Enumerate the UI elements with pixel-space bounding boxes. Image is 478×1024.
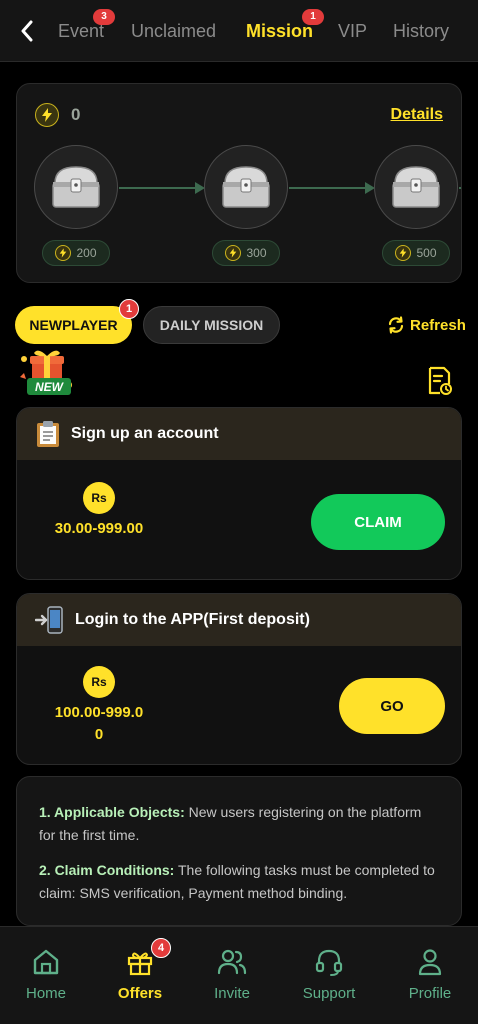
nav-home[interactable]: Home	[6, 947, 86, 1002]
nav-label: Invite	[214, 985, 250, 1002]
nav-invite[interactable]: Invite	[192, 947, 272, 1002]
lightning-icon	[55, 245, 72, 261]
person-icon	[418, 949, 442, 976]
home-icon	[33, 949, 59, 975]
details-link[interactable]: Details	[391, 106, 443, 124]
rupee-badge: Rs	[83, 666, 115, 698]
nav-label: Offers	[117, 985, 163, 1002]
chest-points-value: 500	[416, 246, 437, 260]
chest-points-pill: 500	[382, 240, 450, 266]
mission-reward-value: 30.00-999.00	[54, 520, 144, 537]
chest-points-value: 200	[76, 246, 97, 260]
nav-label: Support	[302, 985, 356, 1002]
treasure-chest-300[interactable]	[204, 145, 288, 229]
phone-login-icon	[35, 606, 63, 634]
nav-support[interactable]: Support	[289, 947, 369, 1002]
progress-connector	[459, 187, 461, 189]
document-history-icon[interactable]	[427, 366, 453, 396]
newplayer-badge: 1	[119, 299, 139, 319]
mission-rules: 1. Applicable Objects: New users registe…	[16, 776, 462, 926]
rule-label: 1. Applicable Objects:	[39, 804, 185, 820]
refresh-icon	[388, 316, 404, 334]
nav-label: Profile	[408, 985, 452, 1002]
mission-reward-value: 100.00-999.00	[54, 704, 144, 743]
rupee-badge: Rs	[83, 482, 115, 514]
mission-card-first-deposit: Login to the APP(First deposit) Rs 100.0…	[16, 593, 462, 765]
chest-points-pill: 300	[212, 240, 280, 266]
new-tag: NEW	[27, 378, 71, 395]
progress-connector	[289, 187, 367, 189]
lightning-icon	[225, 245, 242, 261]
treasure-chest-icon	[222, 166, 270, 208]
tab-vip[interactable]: VIP	[338, 21, 367, 42]
tab-unclaimed[interactable]: Unclaimed	[131, 21, 216, 42]
tab-mission-badge: 1	[302, 9, 324, 25]
points-value: 0	[71, 105, 81, 124]
progress-connector	[119, 187, 197, 189]
rule-item: 1. Applicable Objects: New users registe…	[39, 801, 439, 847]
headset-icon	[315, 949, 343, 976]
tab-event-badge: 3	[93, 9, 115, 25]
back-button[interactable]	[14, 18, 40, 44]
mission-reward: 30.00-999.00	[49, 518, 149, 540]
mission-reward: 100.00-999.00	[49, 702, 149, 746]
refresh-button[interactable]: Refresh	[387, 316, 466, 334]
mission-title: Sign up an account	[71, 425, 219, 442]
chevron-left-icon	[21, 20, 33, 42]
rule-label: 2. Claim Conditions:	[39, 862, 175, 878]
tab-mission[interactable]: Mission	[246, 21, 313, 42]
mission-header: Sign up an account	[17, 408, 461, 460]
treasure-chest-icon	[392, 166, 440, 208]
chest-points-pill: 200	[42, 240, 110, 266]
chest-points-value: 300	[246, 246, 267, 260]
mission-card-signup: Sign up an account Rs 30.00-999.00 CLAIM	[16, 407, 462, 580]
claim-button[interactable]: CLAIM	[311, 494, 445, 550]
refresh-label: Refresh	[410, 316, 466, 334]
nav-label: Home	[25, 985, 66, 1002]
mission-title: Login to the APP(First deposit)	[75, 611, 310, 628]
mission-header: Login to the APP(First deposit)	[17, 594, 461, 646]
gift-icon	[127, 952, 153, 976]
category-daily-mission-button[interactable]: DAILY MISSION	[143, 306, 280, 344]
users-icon	[217, 949, 247, 975]
top-tab-bar: Event 3 Unclaimed Mission 1 VIP History	[0, 0, 478, 62]
lightning-icon	[35, 103, 59, 127]
go-button[interactable]: GO	[339, 678, 445, 734]
tab-history[interactable]: History	[393, 21, 449, 42]
nav-profile[interactable]: Profile	[390, 947, 470, 1002]
category-newplayer-button[interactable]: NEWPLAYER	[15, 306, 132, 344]
bottom-navigation: Home Offers 4 Invite Support Profile	[0, 926, 478, 1024]
lightning-icon	[395, 245, 412, 261]
rule-item: 2. Claim Conditions: The following tasks…	[39, 859, 439, 905]
treasure-chest-200[interactable]	[34, 145, 118, 229]
treasure-chest-icon	[52, 166, 100, 208]
nav-offers[interactable]: Offers	[100, 947, 180, 1002]
chest-progress-card: 0 Details 200 300 500	[16, 83, 462, 283]
offers-badge: 4	[151, 938, 171, 958]
clipboard-icon	[37, 421, 59, 447]
treasure-chest-500[interactable]	[374, 145, 458, 229]
